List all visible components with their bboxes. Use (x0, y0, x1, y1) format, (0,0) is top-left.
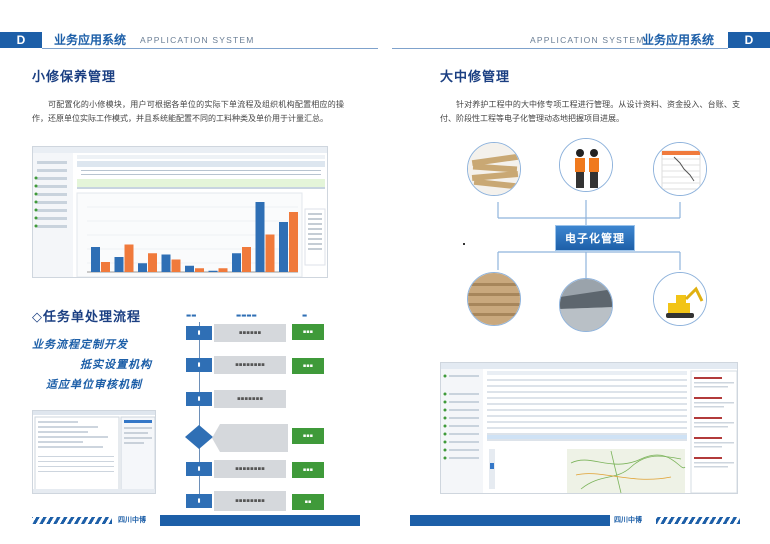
section-title-minor-repair: 小修保养管理 (32, 70, 117, 85)
left-header-line (42, 48, 378, 49)
flow-step-1-icon: ▮ (186, 326, 212, 340)
bar-s2-3 (148, 253, 157, 272)
flow-step-2-result: ▪▪▪ (292, 358, 324, 374)
right-footer-brand: 四川中博 (614, 516, 642, 524)
bar-s2-6 (218, 268, 228, 272)
slogan-2: 抵实设置机构 (80, 358, 152, 371)
minor-repair-app-screenshot (32, 146, 328, 278)
right-page-badge: D (728, 32, 770, 48)
flow-decision-result: ▪▪▪ (292, 428, 324, 444)
slogan-1: 业务流程定制开发 (32, 338, 128, 351)
bar-s1-6 (208, 270, 218, 272)
right-page-header-subtitle: APPLICATION SYSTEM (530, 35, 645, 45)
right-header-line (392, 48, 728, 49)
major-repair-app-screenshot (440, 362, 738, 494)
flow-step-5: ▪▪▪▪▪▪▪▪ (214, 491, 286, 511)
major-repair-app-graphic (441, 363, 737, 493)
right-footer-stripe (656, 517, 740, 524)
flow-connector (199, 322, 200, 508)
right-footer-bar (410, 515, 610, 526)
flow-step-4-icon: ▮ (186, 462, 212, 476)
flow-step-2-icon: ▮ (186, 358, 212, 372)
task-form-screenshot (32, 410, 156, 494)
photo-tunnel (559, 278, 613, 332)
photo-excavator (653, 272, 707, 326)
flow-step-5-icon: ▮ (186, 494, 212, 508)
flow-step-3: ▪▪▪▪▪▪▪ (214, 390, 286, 408)
task-form-graphic (33, 411, 155, 493)
photo-chart-report (653, 142, 707, 196)
left-footer-stripe (32, 517, 112, 524)
bar-s1-8 (255, 202, 265, 272)
left-footer-bar (160, 515, 360, 526)
major-repair-paragraph: 针对养护工程中的大中修专项工程进行管理。从设计资料、资金投入、台账、支付、阶段性… (440, 100, 740, 123)
bar-s1-5 (185, 265, 194, 272)
flow-step-5-result: ▪▪ (292, 494, 324, 510)
bar-s2-7 (242, 247, 251, 272)
photo-warehouse (467, 272, 521, 326)
photo-document-stack (467, 142, 521, 196)
bar-s2-8 (265, 234, 275, 272)
photo-workers (559, 138, 613, 192)
left-footer-brand: 四川中博 (118, 516, 146, 524)
left-page-header-title: 业务应用系统 (54, 33, 127, 47)
bar-s1-1 (91, 247, 100, 272)
section-title-task-flow: ◇任务单处理流程 (32, 310, 141, 325)
right-page-header-title: 业务应用系统 (642, 33, 715, 47)
flow-decision (212, 424, 288, 452)
bar-s2-5 (195, 268, 204, 272)
electronic-management-hub: 电子化管理 (555, 225, 635, 251)
slogan-3: 适应单位审核机制 (46, 378, 142, 391)
flow-step-1: ▪▪▪▪▪▪ (214, 324, 286, 342)
flow-step-3-icon: ▮ (186, 392, 212, 406)
flow-col-head-1: ▬▬ (186, 313, 197, 319)
flow-step-4: ▪▪▪▪▪▪▪▪ (214, 460, 286, 478)
section-title-major-repair: 大中修管理 (440, 70, 511, 85)
bar-s1-4 (161, 254, 171, 272)
minor-repair-app-graphic (33, 147, 327, 277)
flow-decision-icon (185, 425, 213, 449)
bar-s2-9 (289, 212, 298, 272)
left-page-header-subtitle: APPLICATION SYSTEM (140, 35, 255, 45)
bullet-dot (463, 243, 465, 245)
bar-s1-9 (279, 222, 288, 272)
minor-repair-paragraph: 可配置化的小修模块，用户可根据各单位的实际下单流程及组织机构配置相应的操作，还原… (32, 100, 344, 123)
bar-s1-3 (138, 263, 147, 272)
flow-col-head-3: ▬ (302, 313, 308, 319)
flow-col-head-2: ▬▬▬▬ (236, 313, 257, 319)
left-page-badge: D (0, 32, 42, 48)
bar-s2-2 (124, 244, 134, 272)
bar-s1-7 (232, 253, 241, 272)
flow-step-4-result: ▪▪▪ (292, 462, 324, 478)
bar-s2-4 (171, 259, 181, 272)
flow-step-1-result: ▪▪▪ (292, 324, 324, 340)
bar-s2-1 (101, 262, 110, 272)
bar-s1-2 (114, 257, 124, 272)
flow-step-2: ▪▪▪▪▪▪▪▪ (214, 356, 286, 374)
